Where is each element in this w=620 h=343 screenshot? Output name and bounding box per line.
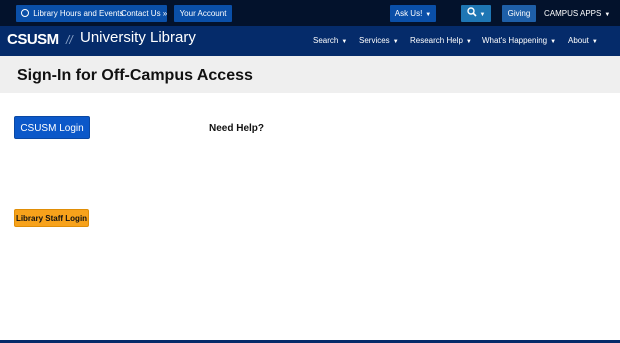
nav-item-services[interactable]: Services ▼ xyxy=(359,36,399,45)
nav-item-label: Search xyxy=(313,36,339,45)
need-help-heading: Need Help? xyxy=(209,123,265,134)
ask-us-label: Ask Us! xyxy=(394,9,423,18)
nav-item-research-help[interactable]: Research Help ▼ xyxy=(410,36,472,45)
library-staff-login-button[interactable]: Library Staff Login xyxy=(14,209,89,227)
search-toggle-button[interactable]: ▼ xyxy=(461,5,491,22)
campus-apps-menu[interactable]: CAMPUS APPS ▼ xyxy=(544,5,610,22)
library-title-link[interactable]: University Library xyxy=(80,29,196,46)
ask-us-button[interactable]: Ask Us! ▼ xyxy=(390,5,436,22)
your-account-button[interactable]: Your Account xyxy=(174,5,232,22)
your-account-label: Your Account xyxy=(179,9,227,18)
search-icon xyxy=(466,7,477,17)
main-navbar: CSUSM // University Library Search ▼ Serv… xyxy=(0,26,620,56)
caret-down-icon: ▼ xyxy=(425,12,432,18)
caret-down-icon: ▼ xyxy=(392,39,399,45)
nav-item-label: Services xyxy=(359,36,390,45)
brand-separator: // xyxy=(66,33,73,47)
caret-down-icon: ▼ xyxy=(550,39,557,45)
caret-down-icon: ▼ xyxy=(479,12,486,18)
nav-item-about[interactable]: About ▼ xyxy=(568,36,598,45)
campus-apps-label: CAMPUS APPS xyxy=(544,9,602,18)
nav-item-label: About xyxy=(568,36,589,45)
library-hours-button[interactable]: Library Hours and Events Contact Us » xyxy=(16,5,167,22)
nav-item-label: What's Happening xyxy=(482,36,548,45)
csusm-logo[interactable]: CSUSM xyxy=(7,31,59,48)
caret-down-icon: ▼ xyxy=(604,12,611,18)
page-title-band: Sign-In for Off-Campus Access xyxy=(0,56,620,93)
utility-bar: Library Hours and Events Contact Us » Yo… xyxy=(0,0,620,26)
csusm-login-button[interactable]: CSUSM Login xyxy=(14,116,90,139)
clock-icon xyxy=(21,9,29,17)
contact-us-link[interactable]: Contact Us » xyxy=(121,5,167,22)
caret-down-icon: ▼ xyxy=(591,39,598,45)
nav-item-search[interactable]: Search ▼ xyxy=(313,36,347,45)
caret-down-icon: ▼ xyxy=(341,39,348,45)
giving-button[interactable]: Giving xyxy=(502,5,536,22)
nav-item-whats-happening[interactable]: What's Happening ▼ xyxy=(482,36,556,45)
page-title: Sign-In for Off-Campus Access xyxy=(17,67,253,84)
library-hours-label: Library Hours and Events xyxy=(33,9,124,18)
nav-item-label: Research Help xyxy=(410,36,463,45)
caret-down-icon: ▼ xyxy=(465,39,472,45)
giving-label: Giving xyxy=(507,9,531,18)
